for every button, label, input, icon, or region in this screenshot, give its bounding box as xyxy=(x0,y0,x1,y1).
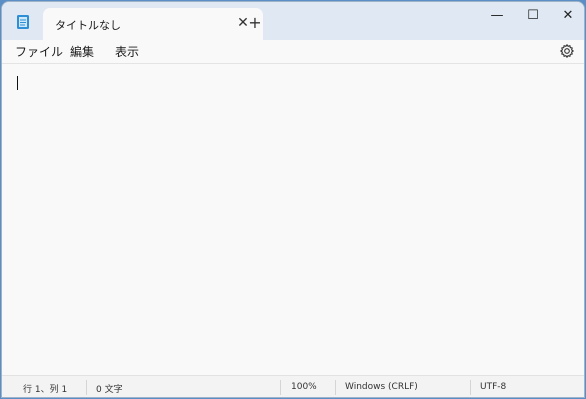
tab-title: タイトルなし xyxy=(55,19,121,32)
text-editor-area[interactable] xyxy=(2,64,584,373)
menu-bar: ファイル 編集 表示 xyxy=(2,40,584,64)
status-bar: 行 1、列 1 0 文字 100% Windows (CRLF) UTF-8 xyxy=(2,375,584,397)
tab-untitled[interactable]: タイトルなし ✕ xyxy=(43,8,263,40)
menu-edit[interactable]: 編集 xyxy=(70,43,94,60)
text-caret xyxy=(17,76,18,90)
maximize-button[interactable]: ☐ xyxy=(515,2,551,32)
status-line-ending[interactable]: Windows (CRLF) xyxy=(345,382,418,392)
status-encoding[interactable]: UTF-8 xyxy=(480,382,506,392)
status-char-count: 0 文字 xyxy=(96,385,123,395)
title-bar[interactable]: タイトルなし ✕ + — ☐ ✕ xyxy=(2,2,584,40)
gear-icon[interactable] xyxy=(559,43,575,59)
notepad-window: タイトルなし ✕ + — ☐ ✕ ファイル 編集 表示 行 1、列 1 0 文字… xyxy=(1,1,585,398)
menu-view[interactable]: 表示 xyxy=(115,43,139,60)
status-separator xyxy=(470,380,471,395)
notepad-icon xyxy=(16,14,30,30)
status-cursor-position: 行 1、列 1 xyxy=(23,385,68,395)
status-separator xyxy=(335,380,336,395)
new-tab-button[interactable]: + xyxy=(245,13,265,33)
status-separator xyxy=(280,380,281,395)
menu-file[interactable]: ファイル xyxy=(15,43,63,60)
status-zoom[interactable]: 100% xyxy=(291,382,317,392)
status-separator xyxy=(86,380,87,395)
minimize-button[interactable]: — xyxy=(479,2,515,32)
close-window-button[interactable]: ✕ xyxy=(550,2,584,32)
